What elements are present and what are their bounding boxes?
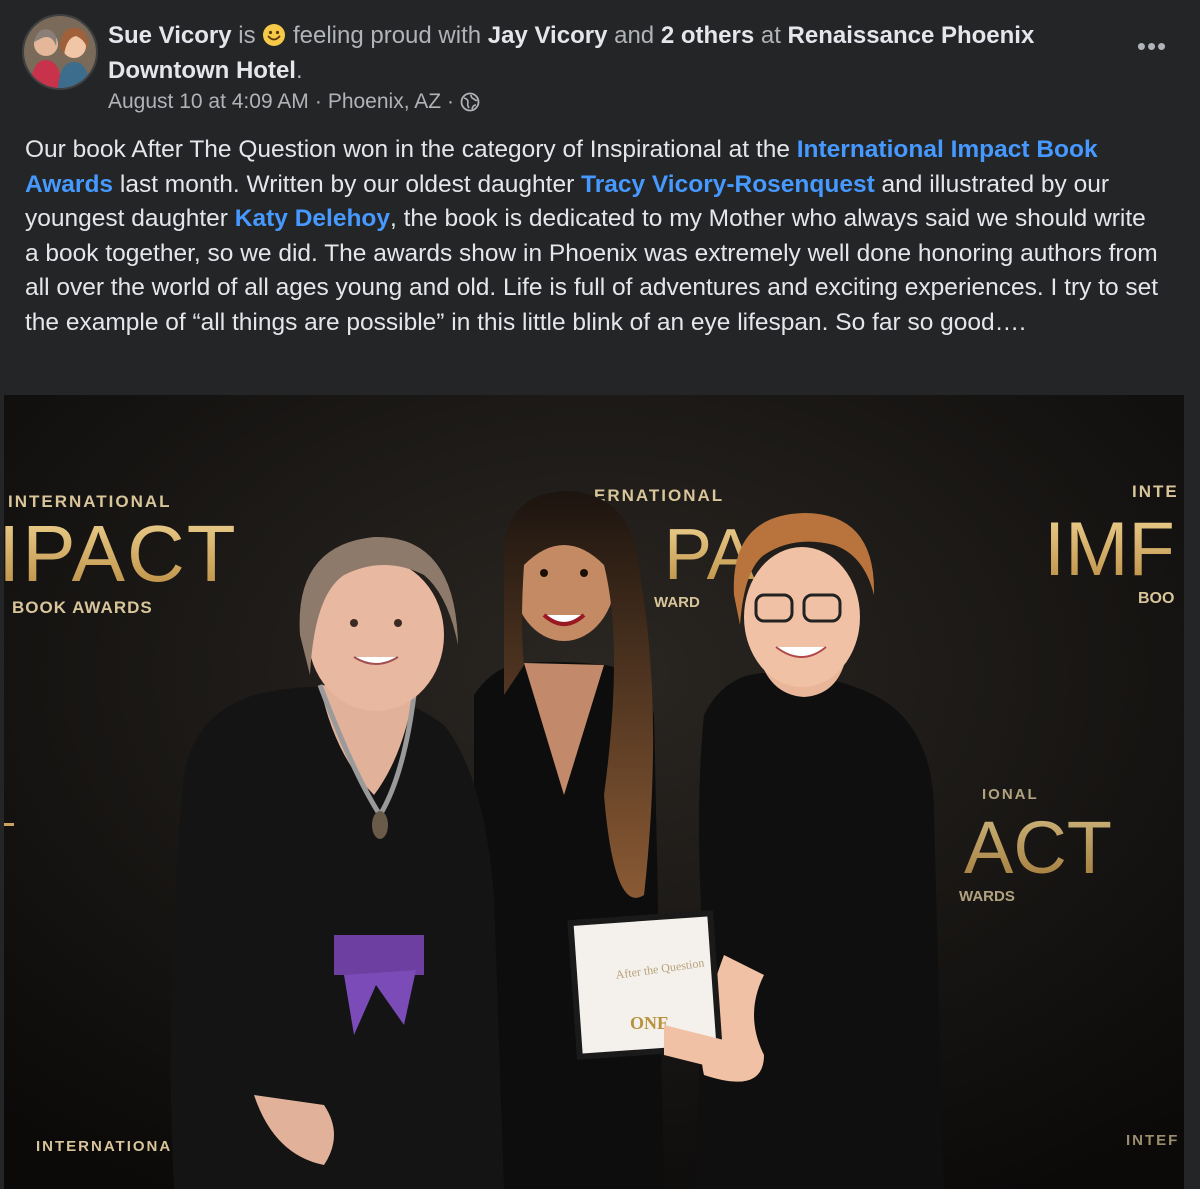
globe-icon[interactable]: [460, 92, 480, 112]
backdrop-r2-top: IONAL: [982, 786, 1039, 803]
with-word: with: [431, 22, 488, 49]
body-text-1: Our book After The Question won in the c…: [25, 136, 797, 163]
backdrop-right-top: INTE: [1132, 482, 1179, 501]
post-header-line: Sue Vicory is feeling proud with Jay Vic…: [108, 18, 1068, 88]
at-word: at: [754, 22, 788, 49]
city-link[interactable]: Phoenix, AZ: [328, 90, 441, 114]
and-word: and: [607, 22, 661, 49]
backdrop-left-big: IPACT: [4, 509, 238, 598]
backdrop-mid-top: ERNATIONAL: [594, 486, 724, 505]
facebook-post: Sue Vicory is feeling proud with Jay Vic…: [0, 0, 1200, 1189]
timestamp-link[interactable]: August 10 at 4:09 AM: [108, 90, 309, 114]
katy-link[interactable]: Katy Delehoy: [235, 205, 390, 232]
more-options-icon[interactable]: •••: [1132, 31, 1172, 61]
backdrop-r2-sub: WARDS: [959, 888, 1015, 905]
post-header: Sue Vicory is feeling proud with Jay Vic…: [22, 14, 1172, 114]
smile-emoji-icon: [263, 24, 286, 46]
backdrop-r2-big: ACT: [964, 806, 1112, 889]
backdrop-br-top: INTEF: [1126, 1132, 1179, 1149]
author-avatar[interactable]: [22, 14, 98, 90]
post-body: Our book After The Question won in the c…: [25, 133, 1165, 341]
backdrop-right-big: IMF: [1044, 507, 1175, 592]
period: .: [295, 57, 303, 84]
backdrop-bl-top: INTERNATIONAI: [36, 1138, 178, 1155]
is-word: is: [231, 22, 263, 49]
others-link[interactable]: 2 others: [661, 22, 754, 49]
meta-separator: ·: [314, 90, 322, 113]
certificate-badge: ONE: [630, 1013, 669, 1033]
backdrop-right-sub: BOO: [1138, 590, 1174, 607]
tagged-person-link[interactable]: Jay Vicory: [488, 22, 608, 49]
backdrop-mid-sub: WARD: [654, 594, 700, 611]
post-meta: August 10 at 4:09 AM · Phoenix, AZ ·: [108, 90, 480, 114]
tracy-link[interactable]: Tracy Vicory-Rosenquest: [581, 171, 875, 198]
body-text-2: last month. Written by our oldest daught…: [113, 170, 582, 198]
feeling-text: feeling proud: [286, 22, 432, 49]
author-name[interactable]: Sue Vicory: [108, 22, 232, 49]
backdrop-left-sub: BOOK AWARDS: [12, 598, 153, 617]
post-photo[interactable]: INTERNATIONAL IPACT BOOK AWARDS ERNATION…: [4, 395, 1184, 1189]
meta-separator: ·: [447, 90, 455, 113]
